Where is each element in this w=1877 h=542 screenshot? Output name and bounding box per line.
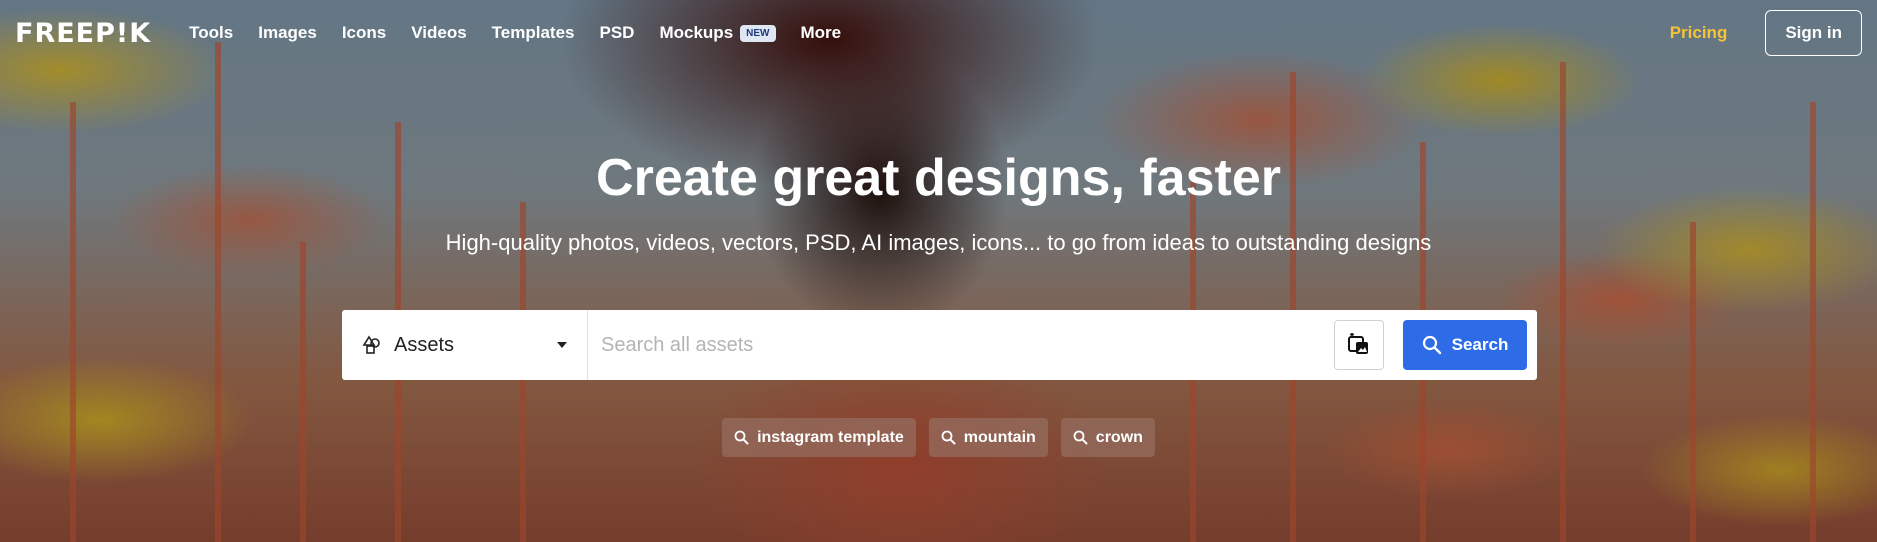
- nav-item-label: PSD: [599, 23, 635, 42]
- caret-down-icon: [557, 342, 567, 348]
- shapes-icon: [362, 335, 380, 354]
- asset-type-dropdown[interactable]: Assets: [342, 310, 588, 380]
- nav-item-videos[interactable]: Videos: [411, 23, 466, 43]
- nav-item-label: More: [800, 23, 842, 42]
- nav-item-tools[interactable]: Tools: [189, 23, 233, 43]
- new-badge: NEW: [740, 24, 776, 42]
- search-icon: [1073, 430, 1088, 445]
- image-search-button[interactable]: [1334, 320, 1384, 370]
- pricing-link[interactable]: Pricing: [1670, 23, 1728, 43]
- search-bar: Assets Search: [342, 310, 1537, 380]
- nav-item-templates[interactable]: Templates: [492, 23, 575, 43]
- hero-section: FREEP!K Tools Images Icons Videos Templa…: [0, 0, 1877, 542]
- search-icon: [941, 430, 956, 445]
- search-icon: [1422, 335, 1441, 355]
- search-button-label: Search: [1451, 335, 1509, 354]
- sign-in-button[interactable]: Sign in: [1765, 10, 1862, 56]
- suggestion-label: instagram template: [757, 428, 904, 446]
- nav-item-label: Images: [258, 23, 317, 42]
- search-button[interactable]: Search: [1403, 320, 1527, 370]
- nav-item-images[interactable]: Images: [258, 23, 317, 43]
- nav-item-more[interactable]: More: [801, 23, 842, 43]
- top-nav: FREEP!K Tools Images Icons Videos Templa…: [0, 0, 1877, 66]
- search-icon: [734, 430, 749, 445]
- suggestion-chip[interactable]: instagram template: [722, 418, 916, 457]
- asset-type-label: Assets: [394, 333, 455, 356]
- nav-item-label: Mockups: [659, 23, 734, 42]
- nav-item-psd[interactable]: PSD: [600, 23, 635, 43]
- search-suggestions: instagram template mountain crown: [0, 418, 1877, 457]
- nav-item-mockups[interactable]: Mockups NEW: [659, 23, 776, 43]
- suggestion-chip[interactable]: mountain: [928, 418, 1048, 457]
- nav-item-label: Videos: [411, 23, 467, 42]
- nav-item-label: Tools: [189, 23, 234, 42]
- background-overlay: [0, 0, 1877, 542]
- image-search-icon: [1348, 333, 1368, 354]
- freepik-logo[interactable]: FREEP!K: [15, 18, 151, 49]
- suggestion-label: mountain: [963, 428, 1036, 446]
- search-input[interactable]: [588, 310, 1334, 380]
- nav-menu: Tools Images Icons Videos Templates PSD …: [189, 23, 841, 43]
- hero-title: Create great designs, faster: [596, 149, 1281, 207]
- nav-actions: Pricing Sign in: [1670, 10, 1862, 56]
- nav-item-icons[interactable]: Icons: [342, 23, 386, 43]
- suggestion-chip[interactable]: crown: [1060, 418, 1155, 457]
- nav-item-label: Templates: [491, 23, 575, 42]
- suggestion-label: crown: [1095, 428, 1143, 446]
- nav-item-label: Icons: [341, 23, 387, 42]
- hero-subtitle: High-quality photos, videos, vectors, PS…: [445, 230, 1432, 255]
